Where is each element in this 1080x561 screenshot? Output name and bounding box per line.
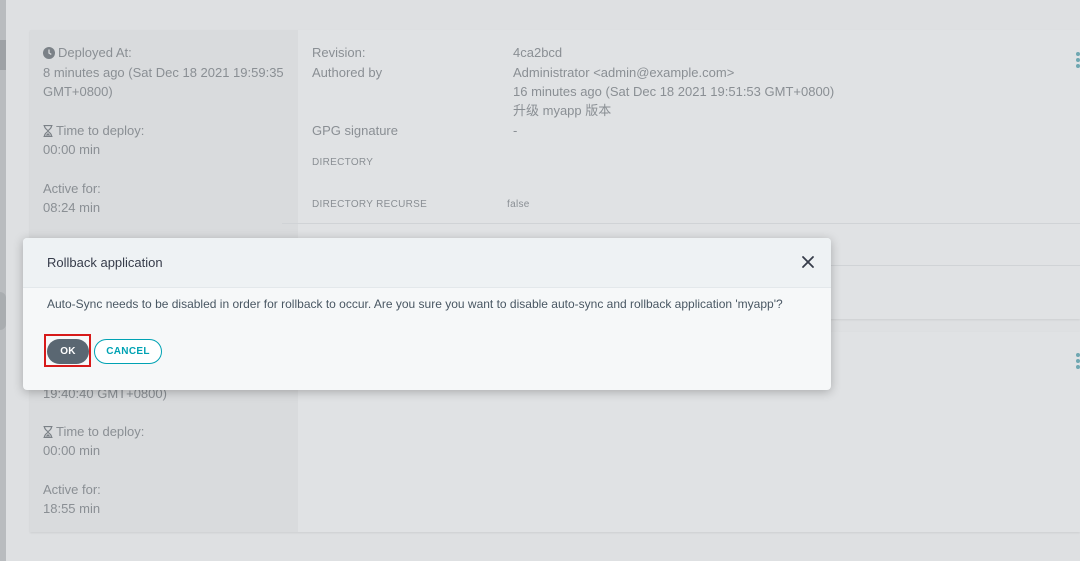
rollback-dialog: Rollback application Auto-Sync needs to … [23,238,831,390]
directory-recurse-value: false [507,199,530,210]
time-to-deploy-value: 00:00 min [43,142,101,157]
close-icon[interactable] [801,255,815,269]
revision-value[interactable]: 4ca2bcd [513,43,562,62]
active-for-label: Active for: [43,482,101,497]
directory-label: DIRECTORY [312,157,374,168]
clock-icon [43,47,55,59]
divider [282,223,1080,224]
revision-label: Revision: [312,45,366,60]
cancel-button[interactable]: CANCEL [94,339,162,364]
deployed-at-label: Deployed At: [58,45,132,60]
left-sidebar-edge [0,0,6,561]
active-for-label: Active for: [43,181,101,196]
deployed-at-label-row: Deployed At: [43,43,132,62]
ok-button[interactable]: OK [47,339,89,364]
sidebar-active-item[interactable] [0,40,6,70]
time-to-deploy-label-row: Time to deploy: [43,121,144,140]
more-vertical-icon[interactable] [1076,353,1080,371]
time-to-deploy-value: 00:00 min [43,443,101,458]
sidebar-scroll-handle[interactable] [0,292,6,330]
directory-recurse-label: DIRECTORY RECURSE [312,199,428,210]
author-value: Administrator <admin@example.com> [513,65,735,80]
gpg-signature-label: GPG signature [312,123,398,138]
dialog-message: Auto-Sync needs to be disabled in order … [47,297,783,311]
gpg-signature-value: - [513,123,518,138]
dialog-header: Rollback application [23,238,831,288]
hourglass-icon [43,426,53,438]
active-for-value: 18:55 min [43,501,101,516]
hourglass-icon [43,125,53,137]
page-top-area [6,0,1080,30]
authored-by-label: Authored by [312,65,383,80]
time-to-deploy-label: Time to deploy: [56,123,145,138]
dialog-title: Rollback application [47,255,163,270]
deployed-at-value-cont: GMT+0800) [43,84,113,99]
more-vertical-icon[interactable] [1076,52,1080,70]
commit-message: 升级 myapp 版本 [513,103,612,118]
time-to-deploy-label-row: Time to deploy: [43,422,144,441]
time-to-deploy-label: Time to deploy: [56,424,145,439]
active-for-value: 08:24 min [43,200,101,215]
authored-time: 16 minutes ago (Sat Dec 18 2021 19:51:53… [513,84,835,99]
deployed-at-value: 8 minutes ago (Sat Dec 18 2021 19:59:35 [43,65,284,80]
